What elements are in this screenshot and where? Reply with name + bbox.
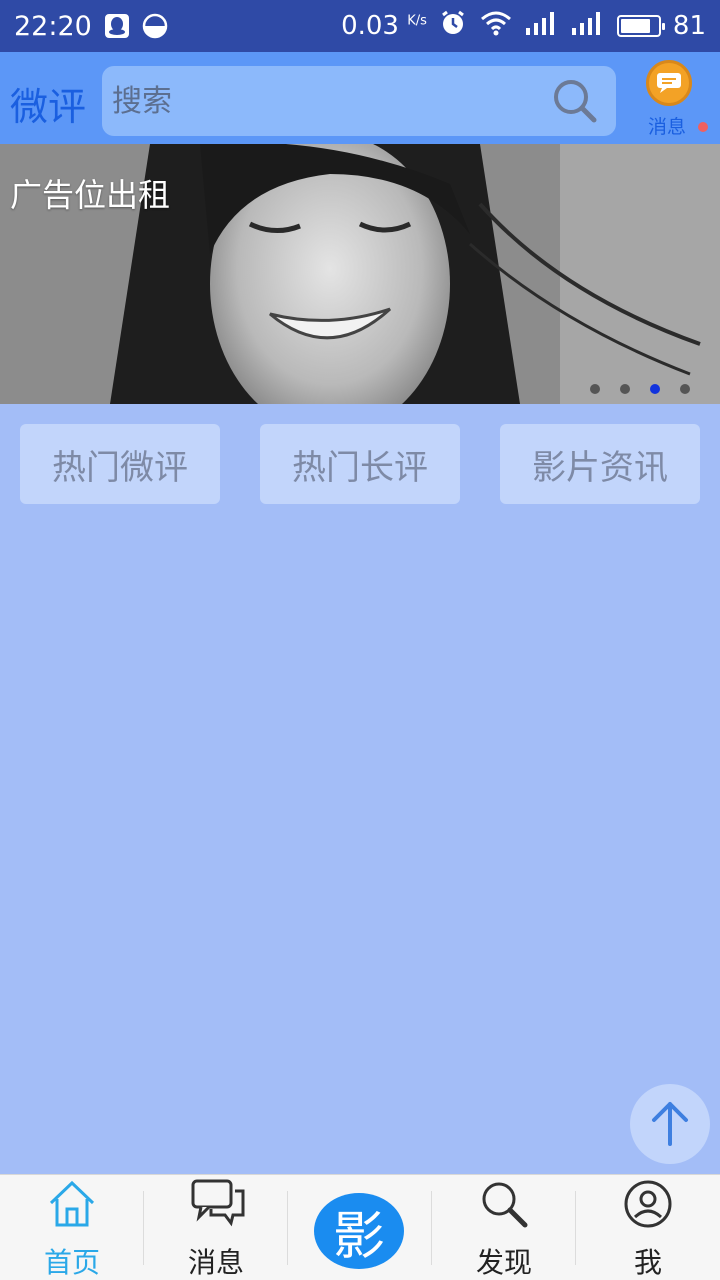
search-icon	[479, 1179, 529, 1229]
nav-discover-label: 发现	[475, 1246, 532, 1279]
banner-pager-dot	[590, 384, 600, 394]
message-icon	[646, 60, 692, 106]
tab-movie-news[interactable]: 影片资讯	[500, 424, 700, 504]
search-box[interactable]	[102, 66, 616, 136]
message-label: 消息	[648, 116, 687, 138]
net-speed-value: 0.03	[341, 11, 399, 41]
back-to-top-button[interactable]	[630, 1084, 710, 1164]
center-brand-button[interactable]: 影	[314, 1193, 404, 1269]
battery-fill	[620, 19, 651, 33]
tab-hot-short-review[interactable]: 热门微评	[20, 424, 220, 504]
ad-banner[interactable]: 广告位出租	[0, 144, 720, 404]
nav-home-label: 首页	[43, 1246, 100, 1279]
half-moon-icon	[142, 13, 168, 39]
battery-level: 81	[672, 11, 706, 41]
qq-icon	[104, 13, 130, 39]
search-input[interactable]	[112, 66, 542, 136]
bottom-navigation: 首页 消息 影 发现 我	[0, 1174, 720, 1280]
nav-messages[interactable]: 消息	[144, 1175, 288, 1280]
unread-dot	[698, 122, 708, 132]
tab-hot-long-review[interactable]: 热门长评	[260, 424, 460, 504]
search-icon[interactable]	[550, 76, 600, 126]
battery-icon	[616, 15, 665, 37]
banner-pager	[590, 384, 690, 394]
banner-caption: 广告位出租	[10, 176, 171, 214]
arrow-up-icon	[652, 1102, 688, 1146]
wifi-icon	[479, 9, 513, 44]
net-speed: 0.03 K/s	[341, 11, 427, 41]
app-header: 微评 消息	[0, 52, 720, 144]
nav-divider	[287, 1191, 288, 1265]
message-button[interactable]: 消息	[642, 60, 714, 140]
banner-pager-dot	[620, 384, 630, 394]
chat-bubbles-icon	[191, 1179, 245, 1229]
nav-discover[interactable]: 发现	[432, 1175, 576, 1280]
alarm-icon	[439, 9, 467, 44]
app-brand: 微评	[10, 85, 87, 129]
nav-profile[interactable]: 我	[576, 1175, 720, 1280]
home-icon	[47, 1179, 97, 1229]
status-time: 22:20	[14, 10, 92, 42]
nav-profile-label: 我	[633, 1246, 662, 1279]
signal-icon	[525, 10, 559, 43]
net-speed-unit: K/s	[407, 13, 427, 29]
banner-pager-dot	[650, 384, 660, 394]
nav-messages-label: 消息	[187, 1246, 244, 1279]
status-bar: 22:20 0.03 K/s 81	[0, 0, 720, 52]
user-icon	[623, 1179, 673, 1229]
signal-icon	[571, 10, 605, 43]
nav-home[interactable]: 首页	[0, 1175, 144, 1280]
banner-pager-dot	[680, 384, 690, 394]
